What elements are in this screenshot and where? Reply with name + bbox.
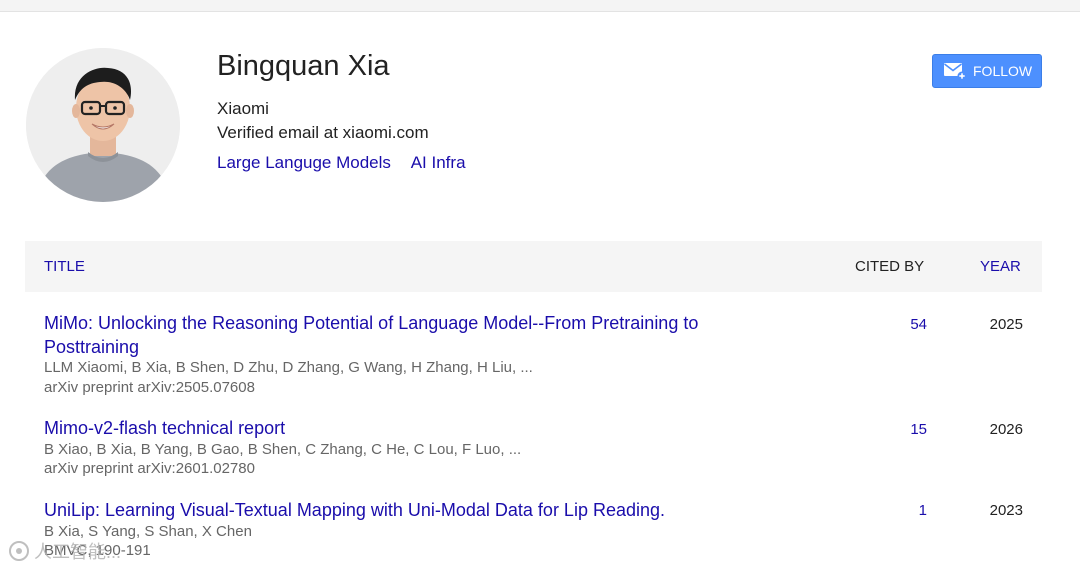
publication-authors: B Xiao, B Xia, B Yang, B Gao, B Shen, C …	[44, 441, 522, 458]
profile-photo-icon	[26, 48, 180, 202]
column-header-cited-by: CITED BY	[855, 258, 925, 275]
publication-title-link[interactable]: Mimo-v2-flash technical report	[44, 416, 764, 440]
publication-year: 2025	[989, 316, 1023, 333]
publication-venue: arXiv preprint arXiv:2601.02780	[44, 460, 255, 477]
publication-year: 2026	[989, 421, 1023, 438]
research-interests: Large Languge Models AI Infra	[217, 153, 482, 173]
cited-by-count-link[interactable]: 54	[910, 316, 927, 333]
cited-by-count-link[interactable]: 15	[910, 421, 927, 438]
publication-title-link[interactable]: UniLip: Learning Visual-Textual Mapping …	[44, 498, 764, 522]
watermark: 人工智能...	[8, 538, 121, 564]
profile-affiliation: Xiaomi	[217, 99, 269, 118]
follow-button-label: FOLLOW	[973, 63, 1033, 79]
interest-link-ai-infra[interactable]: AI Infra	[411, 153, 466, 172]
publication-title-link[interactable]: MiMo: Unlocking the Reasoning Potential …	[44, 311, 764, 359]
column-header-title[interactable]: TITLE	[44, 258, 85, 275]
profile-avatar	[26, 48, 180, 202]
column-header-year[interactable]: YEAR	[980, 258, 1021, 275]
watermark-text: 人工智能...	[34, 542, 122, 562]
watermark-logo-icon	[9, 541, 29, 561]
profile-name: Bingquan Xia	[217, 50, 390, 82]
follow-button[interactable]: FOLLOW	[932, 54, 1042, 88]
publication-venue: arXiv preprint arXiv:2505.07608	[44, 379, 255, 396]
profile-email: Verified email at xiaomi.com	[217, 123, 429, 142]
publication-year: 2023	[989, 502, 1023, 519]
browser-top-bar	[0, 0, 1080, 12]
interest-link-large-language-models[interactable]: Large Languge Models	[217, 153, 391, 172]
mail-plus-icon	[944, 63, 967, 81]
publication-authors: LLM Xiaomi, B Xia, B Shen, D Zhu, D Zhan…	[44, 359, 533, 376]
cited-by-count-link[interactable]: 1	[919, 502, 927, 519]
